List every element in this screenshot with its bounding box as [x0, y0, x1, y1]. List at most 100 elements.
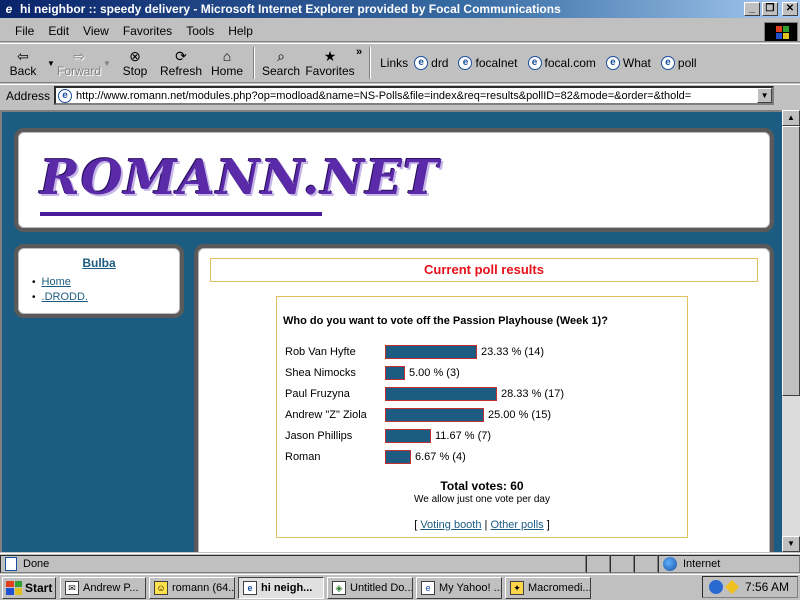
refresh-button[interactable]: ⟳ Refresh: [158, 44, 204, 82]
menu-help[interactable]: Help: [221, 24, 260, 38]
ie-page-icon: e: [58, 88, 73, 103]
favorites-label: Favorites: [305, 64, 355, 78]
refresh-label: Refresh: [159, 64, 203, 78]
menu-edit[interactable]: Edit: [41, 24, 76, 38]
task-button[interactable]: ✦ Macromedi...: [505, 576, 591, 599]
option-name: Jason Phillips: [285, 430, 353, 442]
title-bar[interactable]: e hi neighbor :: speedy delivery - Micro…: [0, 0, 800, 18]
back-button[interactable]: ⇦ Back: [0, 44, 46, 82]
option-bar: [385, 366, 405, 380]
link-focalnet[interactable]: e focalnet: [458, 56, 518, 70]
menu-view[interactable]: View: [76, 24, 116, 38]
address-input[interactable]: e http://www.romann.net/modules.php?op=m…: [54, 86, 775, 105]
clock[interactable]: 7:56 AM: [745, 580, 789, 594]
bullet-icon: •: [32, 291, 36, 303]
task-button[interactable]: ◈ Untitled Do...: [327, 576, 413, 599]
forward-dropdown-icon[interactable]: ▼: [102, 59, 112, 68]
sidebar-link-home[interactable]: Home: [42, 276, 71, 288]
status-text: Done: [23, 557, 50, 570]
site-logo[interactable]: ROMANN.NET: [40, 150, 440, 206]
window-controls: _ ❐ ✕: [744, 2, 798, 16]
vertical-scrollbar[interactable]: ▲ ▼: [782, 110, 800, 552]
task-label: Macromedi...: [528, 581, 591, 594]
home-label: Home: [210, 64, 243, 78]
option-bar: [385, 450, 411, 464]
network-icon[interactable]: [708, 580, 723, 594]
poll-option-row: Jason Phillips 11.67 % (7): [285, 427, 491, 445]
search-icon: ⌕: [277, 48, 285, 64]
poll-option-row: Rob Van Hyfte 23.33 % (14): [285, 343, 544, 361]
link-drd[interactable]: e drd: [414, 56, 448, 70]
poll-option-row: Paul Fruzyna 28.33 % (17): [285, 385, 564, 403]
option-result: 28.33 % (17): [501, 388, 564, 400]
voting-booth-link[interactable]: Voting booth: [420, 519, 481, 531]
tray-app-icon[interactable]: [724, 579, 740, 595]
close-button[interactable]: ✕: [782, 2, 798, 16]
start-label: Start: [25, 580, 53, 595]
menu-favorites[interactable]: Favorites: [116, 24, 179, 38]
home-icon: ⌂: [222, 48, 232, 64]
task-button[interactable]: ☺ romann (64...: [149, 576, 235, 599]
ie-page-icon: e: [414, 56, 429, 70]
links-bar: Links e drd e focalnet e focal.com e What ep…: [374, 44, 706, 82]
address-label: Address: [6, 88, 51, 103]
option-name: Shea Nimocks: [285, 367, 356, 379]
status-cell: [586, 554, 610, 573]
standard-toolbar: ⇦ Back ▼ ⇨ Forward ▼ ⊗ Stop ⟳ Refresh ⌂ …: [0, 43, 800, 83]
other-polls-link[interactable]: Other polls: [490, 519, 543, 531]
sidebar-title[interactable]: Bulba: [18, 256, 180, 270]
poll-results-box: Who do you want to vote off the Passion …: [276, 296, 688, 538]
windows-logo-icon: [764, 22, 798, 42]
maximize-button[interactable]: ❐: [762, 2, 778, 16]
refresh-icon: ⟳: [175, 48, 187, 64]
sidebar-item-home: • Home: [32, 276, 180, 288]
task-button[interactable]: e hi neigh...: [238, 576, 324, 599]
scroll-down-arrow-icon[interactable]: ▼: [782, 536, 800, 552]
sidebar-link-drodd[interactable]: .DRODD.: [42, 291, 88, 303]
address-dropdown-icon[interactable]: ▼: [757, 88, 773, 103]
menu-tools[interactable]: Tools: [179, 24, 221, 38]
forward-button[interactable]: ⇨ Forward: [56, 44, 102, 82]
task-label: Untitled Do...: [350, 581, 413, 594]
status-main: Done: [0, 554, 586, 573]
link-poll[interactable]: e poll: [660, 56, 697, 70]
minimize-button[interactable]: _: [744, 2, 760, 16]
status-bar: Done Internet: [0, 553, 800, 573]
stop-button[interactable]: ⊗ Stop: [112, 44, 158, 82]
page-viewport: ROMANN.NET Bulba • Home • .DRODD. Curren…: [0, 110, 782, 552]
search-button[interactable]: ⌕ Search: [258, 44, 304, 82]
option-result: 6.67 % (4): [415, 451, 466, 463]
toolbar-chevron-icon[interactable]: »: [356, 46, 362, 58]
ie-icon: e: [5, 2, 13, 16]
start-button[interactable]: Start: [2, 576, 56, 599]
ie-icon: e: [421, 580, 435, 595]
back-label: Back: [9, 64, 37, 78]
task-button[interactable]: e My Yahoo! ...: [416, 576, 502, 599]
menu-file[interactable]: File: [8, 24, 41, 38]
taskbar: Start ✉ Andrew P... ☺ romann (64... e hi ne…: [0, 574, 800, 600]
link-focal-com[interactable]: e focal.com: [527, 56, 596, 70]
home-button[interactable]: ⌂ Home: [204, 44, 250, 82]
favorites-button[interactable]: ★ Favorites: [304, 44, 356, 82]
status-cell: [610, 554, 634, 573]
favorites-icon: ★: [323, 48, 337, 64]
main-content: Current poll results Who do you want to …: [194, 244, 774, 552]
bullet-icon: •: [32, 276, 36, 288]
scroll-thumb[interactable]: [782, 126, 800, 396]
option-name: Rob Van Hyfte: [285, 346, 356, 358]
task-label: My Yahoo! ...: [439, 581, 502, 594]
option-name: Roman: [285, 451, 321, 463]
scroll-up-arrow-icon[interactable]: ▲: [782, 110, 800, 126]
task-label: romann (64...: [172, 581, 235, 594]
poll-option-row: Roman 6.67 % (4): [285, 448, 466, 466]
back-dropdown-icon[interactable]: ▼: [46, 59, 56, 68]
ie-page-icon: e: [605, 56, 620, 70]
sidebar-block: Bulba • Home • .DRODD.: [14, 244, 184, 318]
window-title: hi neighbor :: speedy delivery - Microso…: [20, 2, 561, 16]
stop-icon: ⊗: [129, 48, 141, 64]
option-bar: [385, 408, 484, 422]
poll-option-row: Andrew "Z" Ziola 25.00 % (15): [285, 406, 551, 424]
option-bar: [385, 345, 477, 359]
task-button[interactable]: ✉ Andrew P...: [60, 576, 146, 599]
link-what[interactable]: e What: [605, 56, 651, 70]
